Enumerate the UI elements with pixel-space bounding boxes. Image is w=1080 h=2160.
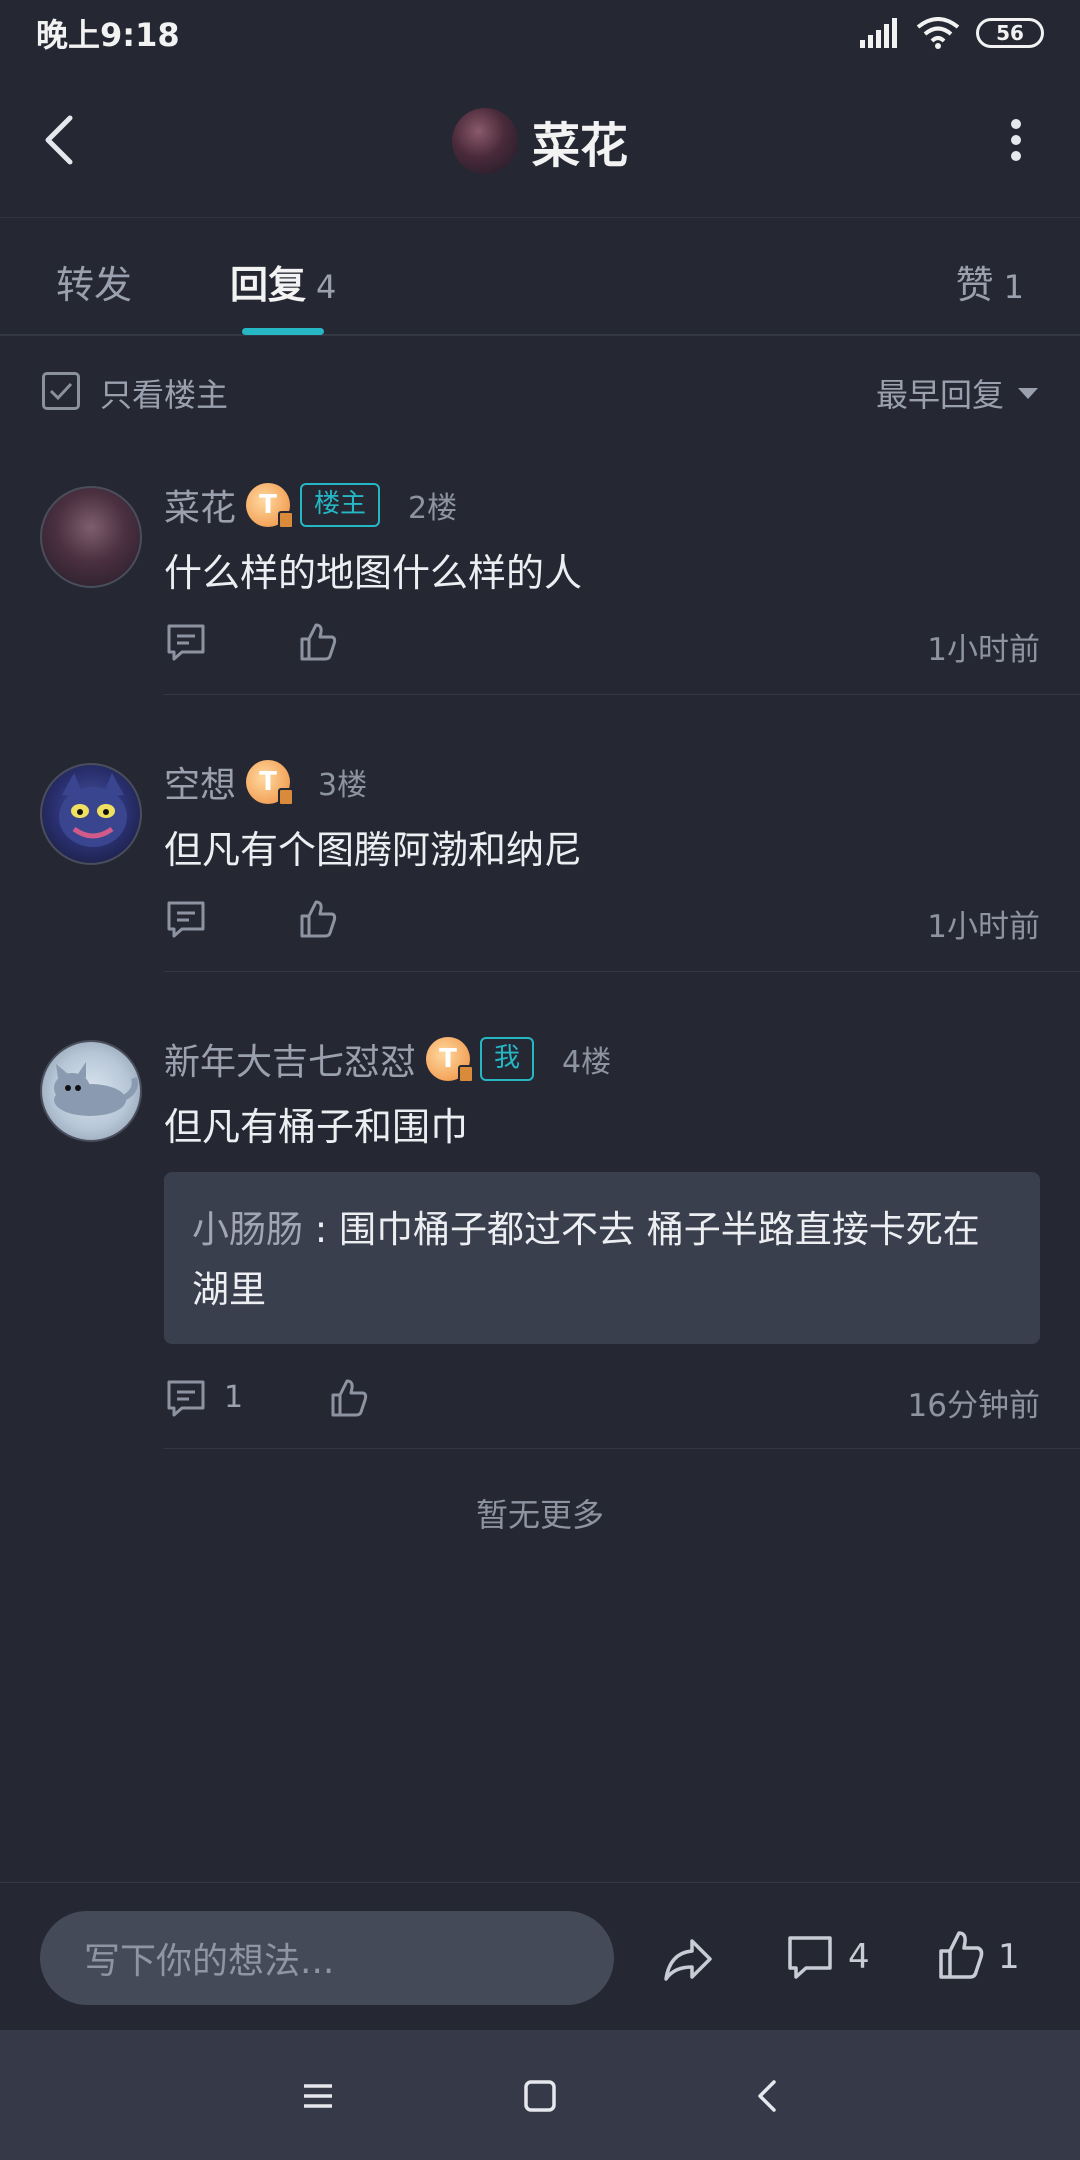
cat-avatar-image [59,773,127,847]
reply-text: 但凡有桶子和围巾 [164,1105,469,1149]
bottom-action-bar: 写下你的想法... 4 1 [0,1882,1080,2030]
tab-like-label: 赞 [955,263,994,307]
reply-time: 1小时前 [927,909,1040,945]
sub-reply-author[interactable]: 小肠肠 [192,1208,303,1251]
no-more-text: 暂无更多 [475,1496,604,1534]
level-letter: T [439,1044,457,1074]
chevron-down-icon [1018,387,1038,399]
reply-header: 新年大吉七怼怼 T 我 4楼 [164,1034,611,1084]
reply-time: 16分钟前 [907,1388,1040,1424]
tab-forward[interactable]: 转发 [56,254,132,309]
tab-reply-count: 4 [316,268,337,306]
status-icons: 56 [858,17,1044,49]
level-sub-icon [458,1065,475,1083]
tab-forward-label: 转发 [56,263,133,307]
comment-count: 4 [848,1937,870,1977]
avatar[interactable] [40,763,142,865]
only-op-checkbox[interactable] [42,372,80,410]
tab-like-count: 1 [1003,268,1024,306]
battery-level: 56 [996,21,1024,45]
like-icon[interactable] [936,1929,986,1981]
level-sub-icon [278,788,295,806]
like-icon[interactable] [296,620,340,664]
reply-actions: 1 16分钟前 [164,1376,1040,1426]
more-icon[interactable] [1008,116,1024,164]
battery-indicator: 56 [976,18,1044,48]
like-count: 1 [998,1937,1020,1977]
tab-bar: 转发 回复 4 赞1 [0,218,1080,336]
level-badge: T [246,483,295,529]
level-letter: T [259,767,277,797]
username[interactable]: 菜花 [164,479,236,531]
comment-icon[interactable] [786,1933,834,1981]
op-tag: 楼主 [300,483,381,527]
avatar[interactable] [451,108,518,174]
reply-actions: 1小时前 [164,897,1040,947]
tab-like[interactable]: 赞1 [956,254,1024,309]
reply-header: 菜花 T 楼主 2楼 [164,480,457,530]
floor-number: 2楼 [408,491,458,526]
divider [164,971,1080,972]
signal-icon [860,18,897,48]
floor-number: 3楼 [318,768,368,803]
reply-actions: 1小时前 [164,620,1040,670]
page-title: 菜花 [531,118,628,174]
divider [164,694,1080,695]
wifi-icon [916,17,960,49]
system-nav-bar [0,2030,1080,2160]
status-time: 晚上9:18 [36,16,180,54]
level-badge: T [246,760,295,806]
filter-row: 只看楼主 最早回复 [0,336,1080,446]
comment-icon[interactable] [164,897,208,941]
tab-active-indicator [242,328,324,335]
comment-count: 1 [224,1380,244,1415]
sort-dropdown[interactable]: 最早回复 [876,370,1038,416]
like-icon[interactable] [296,897,340,941]
level-sub-icon [278,511,295,529]
sub-reply[interactable]: 小肠肠 : 围巾桶子都过不去 桶子半路直接卡死在湖里 [164,1172,1040,1344]
comment-input[interactable]: 写下你的想法... [40,1911,614,2005]
reply-text: 什么样的地图什么样的人 [164,551,583,595]
back-icon[interactable] [748,2076,788,2116]
comment-input-placeholder: 写下你的想法... [84,1941,335,1982]
comment-icon[interactable] [164,1376,208,1420]
reply-header: 空想 T 3楼 [164,757,367,807]
sub-reply-separator: : [303,1208,339,1251]
cat-avatar-image [54,1062,138,1116]
home-icon[interactable] [520,2076,560,2116]
avatar[interactable] [40,486,142,588]
status-bar: 晚上9:18 56 [0,0,1080,66]
nav-title-group[interactable]: 菜花 [0,106,1080,176]
only-op-label[interactable]: 只看楼主 [100,370,228,416]
like-icon[interactable] [327,1376,371,1420]
tab-reply[interactable]: 回复 4 [230,254,336,309]
divider [164,1448,1080,1449]
comment-icon[interactable] [164,620,208,664]
sort-label: 最早回复 [875,376,1004,414]
menu-icon[interactable] [298,2076,338,2116]
level-badge: T [426,1037,475,1083]
floor-number: 4楼 [562,1045,612,1080]
me-tag: 我 [480,1037,535,1081]
tab-reply-label: 回复 [230,263,307,307]
level-letter: T [259,490,277,520]
share-icon[interactable] [662,1933,714,1985]
username[interactable]: 空想 [164,756,236,808]
avatar[interactable] [40,1040,142,1142]
reply-time: 1小时前 [927,632,1040,668]
reply-text: 但凡有个图腾阿渤和纳尼 [164,828,583,872]
nav-bar: 菜花 [0,66,1080,218]
check-icon [49,382,73,401]
username[interactable]: 新年大吉七怼怼 [164,1033,416,1085]
